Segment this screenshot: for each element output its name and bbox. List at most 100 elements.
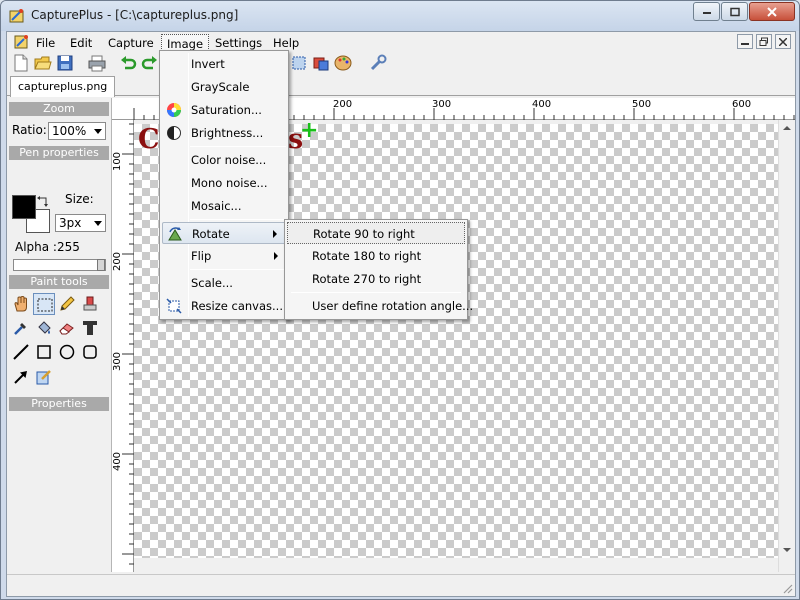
close-icon bbox=[779, 37, 787, 46]
menu-item-label: Invert bbox=[191, 57, 225, 71]
menu-separator bbox=[190, 219, 286, 220]
ratio-label: Ratio: bbox=[12, 123, 47, 137]
menu-item-color-noise[interactable]: Color noise... bbox=[162, 149, 286, 171]
line-tool[interactable] bbox=[10, 341, 32, 363]
alpha-label: Alpha :255 bbox=[15, 240, 80, 254]
paint-bucket-icon bbox=[38, 321, 51, 334]
menu-item-saturation[interactable]: Saturation... bbox=[162, 99, 286, 121]
zoom-header: Zoom bbox=[9, 102, 109, 116]
menu-edit[interactable]: Edit bbox=[65, 34, 97, 51]
menu-item-label: Saturation... bbox=[191, 103, 262, 117]
maximize-icon bbox=[729, 7, 740, 16]
alpha-slider-fill bbox=[14, 260, 97, 270]
mdi-restore-button[interactable] bbox=[756, 34, 772, 49]
user-define-rotation[interactable]: User define rotation angle... bbox=[287, 295, 473, 317]
rotate-90-right[interactable]: Rotate 90 to right bbox=[287, 222, 465, 244]
new-file-icon[interactable] bbox=[12, 54, 30, 72]
close-button[interactable] bbox=[749, 2, 795, 21]
menu-item-scale[interactable]: Scale... bbox=[162, 272, 286, 294]
ratio-select[interactable]: 100% bbox=[48, 122, 106, 140]
submenu-item-label: User define rotation angle... bbox=[312, 299, 474, 313]
rounded-rectangle-icon bbox=[83, 345, 97, 359]
annotation-tool[interactable] bbox=[33, 366, 55, 388]
alpha-slider[interactable] bbox=[13, 259, 106, 271]
toolbar bbox=[7, 52, 795, 74]
rotate-270-right[interactable]: Rotate 270 to right bbox=[287, 268, 465, 290]
eraser-tool[interactable] bbox=[56, 317, 78, 339]
ruler-label: 200 bbox=[112, 251, 124, 272]
swap-colors-icon[interactable] bbox=[37, 195, 49, 207]
stamp-tool[interactable] bbox=[79, 293, 101, 315]
menu-help[interactable]: Help bbox=[268, 34, 304, 51]
region-capture-icon[interactable] bbox=[290, 54, 308, 72]
menu-item-label: Scale... bbox=[191, 276, 233, 290]
menu-item-mono-noise[interactable]: Mono noise... bbox=[162, 172, 286, 194]
arrow-tool[interactable] bbox=[10, 366, 32, 388]
rounded-rectangle-tool[interactable] bbox=[79, 341, 101, 363]
menu-item-rotate[interactable]: Rotate bbox=[162, 222, 286, 244]
menu-item-brightness[interactable]: Brightness... bbox=[162, 122, 286, 144]
print-icon[interactable] bbox=[88, 54, 106, 72]
pencil-tool[interactable] bbox=[56, 293, 78, 315]
properties-header: Properties bbox=[9, 397, 109, 411]
alpha-slider-thumb[interactable] bbox=[97, 259, 105, 271]
document-tabs: captureplus.png bbox=[7, 74, 795, 97]
menu-image[interactable]: Image bbox=[161, 34, 210, 51]
ellipse-icon bbox=[59, 344, 75, 360]
menu-file[interactable]: File bbox=[31, 34, 60, 51]
save-icon[interactable] bbox=[56, 54, 74, 72]
menu-item-grayscale[interactable]: GrayScale bbox=[162, 76, 286, 98]
open-folder-icon[interactable] bbox=[34, 54, 52, 72]
horizontal-scrollbar[interactable] bbox=[134, 558, 778, 572]
tab-captureplus-png[interactable]: captureplus.png bbox=[10, 76, 116, 97]
eraser-icon bbox=[59, 323, 74, 335]
mdi-close-button[interactable] bbox=[775, 34, 791, 49]
document-icon[interactable] bbox=[14, 34, 30, 50]
menu-capture[interactable]: Capture bbox=[103, 34, 159, 51]
menu-item-flip[interactable]: Flip bbox=[162, 245, 286, 267]
resize-grip-icon[interactable] bbox=[781, 582, 793, 594]
window-capture-icon[interactable] bbox=[312, 54, 330, 72]
maximize-button[interactable] bbox=[721, 2, 748, 21]
rectangle-select-tool[interactable] bbox=[33, 293, 55, 315]
left-panel: Zoom Ratio: 100% Pen properties Size: 3p… bbox=[7, 98, 112, 572]
ellipse-tool[interactable] bbox=[56, 341, 78, 363]
mdi-minimize-button[interactable] bbox=[737, 34, 753, 49]
title-bar[interactable]: CapturePlus - [C:\captureplus.png] bbox=[1, 1, 799, 31]
pen-properties-header: Pen properties bbox=[9, 146, 109, 160]
scroll-down-icon[interactable] bbox=[779, 542, 795, 558]
menu-separator bbox=[291, 292, 461, 293]
ruler-label: 200 bbox=[333, 99, 353, 110]
submenu-item-label: Rotate 180 to right bbox=[312, 249, 422, 263]
redo-icon[interactable] bbox=[141, 54, 159, 72]
vertical-scrollbar[interactable] bbox=[778, 120, 795, 572]
menu-item-label: Rotate bbox=[192, 227, 230, 241]
menu-item-mosaic[interactable]: Mosaic... bbox=[162, 195, 286, 217]
hand-tool[interactable] bbox=[10, 293, 32, 315]
menu-settings[interactable]: Settings bbox=[210, 34, 267, 51]
pen-size-select[interactable]: 3px bbox=[55, 214, 106, 232]
stamp-icon bbox=[83, 296, 97, 311]
undo-icon[interactable] bbox=[119, 54, 137, 72]
ratio-value: 100% bbox=[52, 124, 87, 138]
ruler-label: 400 bbox=[112, 451, 124, 472]
menu-item-label: Mono noise... bbox=[191, 176, 268, 190]
foreground-color-swatch[interactable] bbox=[12, 195, 36, 219]
rotate-180-right[interactable]: Rotate 180 to right bbox=[287, 245, 465, 267]
minimize-button[interactable] bbox=[693, 2, 720, 21]
rectangle-tool[interactable] bbox=[33, 341, 55, 363]
chevron-down-icon bbox=[94, 129, 102, 134]
close-icon bbox=[767, 6, 777, 17]
palette-icon[interactable] bbox=[334, 54, 352, 72]
color-picker-tool[interactable] bbox=[10, 317, 32, 339]
rectangle-icon bbox=[37, 345, 51, 359]
text-tool[interactable] bbox=[79, 317, 101, 339]
scroll-up-icon[interactable] bbox=[779, 120, 795, 136]
pencil-icon bbox=[60, 296, 75, 311]
menu-item-resize-canvas[interactable]: Resize canvas... bbox=[162, 295, 286, 317]
eyedropper-icon bbox=[14, 323, 26, 335]
tools-wrench-icon[interactable] bbox=[369, 54, 387, 72]
ruler-label: 400 bbox=[532, 99, 552, 110]
fill-bucket-tool[interactable] bbox=[33, 317, 55, 339]
menu-item-invert[interactable]: Invert bbox=[162, 53, 286, 75]
